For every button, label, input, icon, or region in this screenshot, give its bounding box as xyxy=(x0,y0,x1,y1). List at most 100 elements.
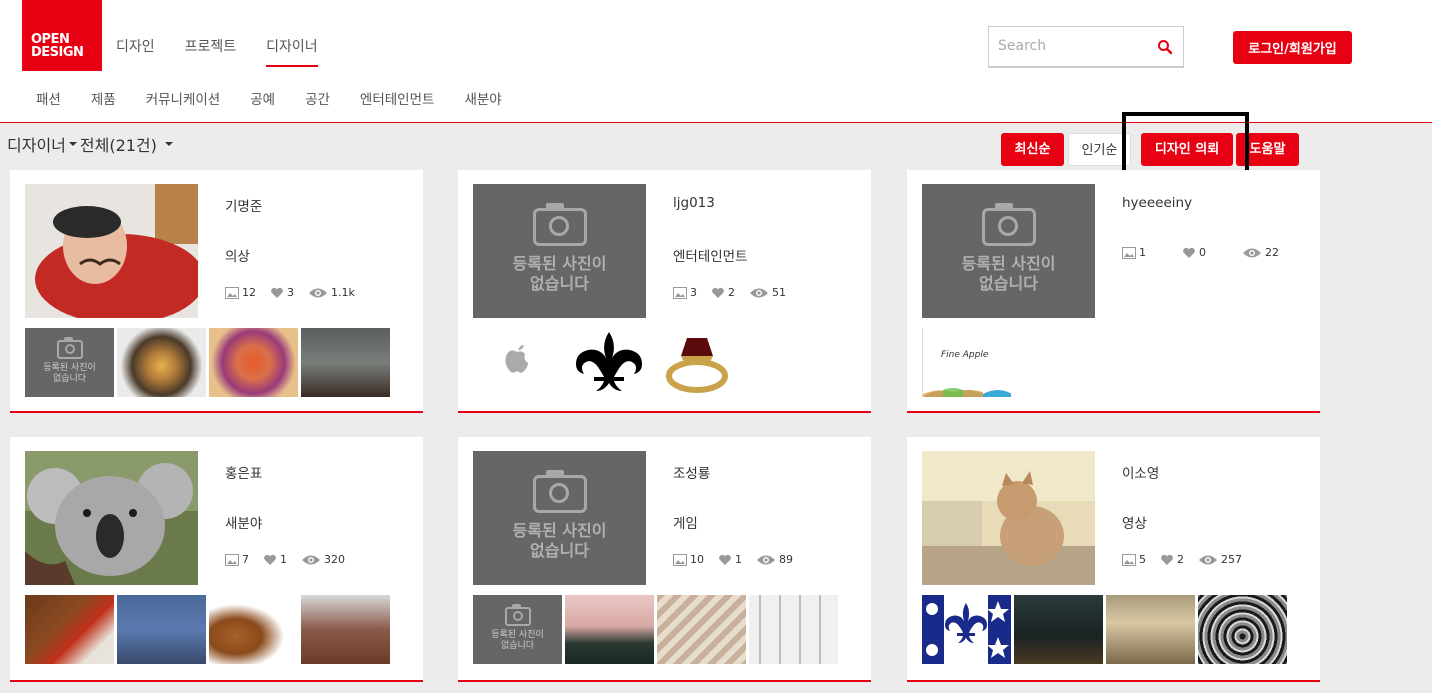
designer-name[interactable]: hyeeeeiny xyxy=(1122,195,1192,211)
category-product[interactable]: 제품 xyxy=(91,88,116,108)
designer-stats: 7 1 320 xyxy=(225,553,359,566)
request-design-button[interactable]: 디자인 의뢰 xyxy=(1141,133,1233,166)
apple-icon xyxy=(505,345,528,373)
help-button[interactable]: 도움말 xyxy=(1236,133,1299,166)
crumb-filter[interactable]: 전체(21건) xyxy=(80,132,157,156)
thumbnail-leather-shoes[interactable] xyxy=(209,595,298,664)
no-image-thumbnail[interactable]: 등록된 사진이 없습니다 xyxy=(25,328,114,397)
designer-name[interactable]: 홍은표 xyxy=(225,462,262,482)
designer-card[interactable]: 홍은표 새분야 7 1 320 xyxy=(10,437,423,682)
designer-card[interactable]: 기명준 의상 12 3 1.1k 등록된 사진이 없습니다 xyxy=(10,170,423,413)
designer-card[interactable]: 이소영 영상 5 2 257 xyxy=(907,437,1320,682)
designer-stats: 10 1 89 xyxy=(673,553,807,566)
view-count: 89 xyxy=(756,553,793,566)
fleur-pattern-graphic xyxy=(926,595,1009,664)
no-image-text-line1: 등록된 사진이 xyxy=(961,254,1056,273)
designer-name[interactable]: 기명준 xyxy=(225,195,262,215)
heart-icon xyxy=(271,287,283,298)
thumbnail-sketches[interactable] xyxy=(657,595,746,664)
thumbnail-ring[interactable] xyxy=(657,328,746,397)
like-count: 1 xyxy=(263,553,287,566)
designer-category: 영상 xyxy=(1122,516,1147,532)
thumbnail-spiral-staircase[interactable] xyxy=(1198,595,1287,664)
thumbnail-fleur-pattern[interactable] xyxy=(922,595,1011,664)
designer-thumbnails: 등록된 사진이 없습니다 xyxy=(25,328,393,397)
thumbnail-fleur-de-lis[interactable] xyxy=(565,328,654,397)
no-image-avatar[interactable]: 등록된 사진이 없습니다 xyxy=(473,451,646,585)
caret-down-icon[interactable] xyxy=(164,142,173,146)
no-image-text-line1: 등록된 사진이 xyxy=(491,630,544,640)
thumbnail-bedroom[interactable] xyxy=(1106,595,1195,664)
view-count-value: 51 xyxy=(772,286,786,299)
main-nav: 디자인 프로젝트 디자이너 xyxy=(116,36,348,67)
open-design-logo[interactable]: OPEN DESIGN xyxy=(22,0,102,71)
no-image-text-line2: 없습니다 xyxy=(500,641,535,651)
image-count-value: 7 xyxy=(242,553,249,566)
like-count-value: 1 xyxy=(280,553,287,566)
search-input[interactable] xyxy=(989,27,1149,65)
thumbnail-interior[interactable] xyxy=(301,328,390,397)
caret-down-icon[interactable] xyxy=(68,142,77,146)
thumbnail-vegetables[interactable] xyxy=(25,595,114,664)
thumbnail-food[interactable] xyxy=(117,328,206,397)
crumb-section[interactable]: 디자이너 xyxy=(7,132,66,156)
thumbnail-lion[interactable] xyxy=(209,328,298,397)
thumbnail-plans[interactable] xyxy=(749,595,838,664)
no-image-text-line2: 없습니다 xyxy=(530,274,589,293)
designer-card[interactable]: 등록된 사진이 없습니다 hyeeeeiny 1 0 22 Fine Apple xyxy=(907,170,1320,413)
camera-icon xyxy=(504,604,531,626)
thumbnail-apple[interactable] xyxy=(473,328,562,397)
eye-icon xyxy=(302,555,320,564)
eye-icon xyxy=(750,288,768,297)
designer-avatar[interactable] xyxy=(922,451,1095,585)
view-count-value: 89 xyxy=(779,553,793,566)
view-count: 22 xyxy=(1242,246,1279,259)
designer-stats: 1 0 22 xyxy=(1122,246,1293,259)
designer-name[interactable]: 조성룡 xyxy=(673,462,710,482)
like-count: 0 xyxy=(1182,246,1206,259)
colorful-waves-graphic xyxy=(923,388,1011,397)
designer-thumbnails xyxy=(473,328,749,397)
designer-card[interactable]: 등록된 사진이 없습니다 ljg013 엔터테인먼트 3 2 51 xyxy=(458,170,871,413)
nav-designer[interactable]: 디자이너 xyxy=(266,36,318,67)
category-space[interactable]: 공간 xyxy=(305,88,330,108)
category-craft[interactable]: 공예 xyxy=(250,88,275,108)
designer-name[interactable]: ljg013 xyxy=(673,195,715,211)
avatar-photo-koala xyxy=(25,451,198,585)
view-count: 51 xyxy=(749,286,786,299)
thumbnail-jeans-shoes[interactable] xyxy=(117,595,206,664)
image-icon xyxy=(673,553,687,566)
category-new-field[interactable]: 새분야 xyxy=(464,88,501,108)
view-count-value: 22 xyxy=(1265,246,1279,259)
thumbnail-fine-apple[interactable]: Fine Apple xyxy=(922,328,1011,397)
thumbnail-dark-interior[interactable] xyxy=(1014,595,1103,664)
eye-icon xyxy=(1199,555,1217,564)
no-image-avatar[interactable]: 등록된 사진이 없습니다 xyxy=(922,184,1095,318)
search-icon[interactable] xyxy=(1157,39,1173,55)
designer-stats: 12 3 1.1k xyxy=(225,286,369,299)
no-image-avatar[interactable]: 등록된 사진이 없습니다 xyxy=(473,184,646,318)
designer-avatar[interactable] xyxy=(25,184,198,318)
designer-avatar[interactable] xyxy=(25,451,198,585)
category-communication[interactable]: 커뮤니케이션 xyxy=(146,88,221,108)
like-count: 1 xyxy=(718,553,742,566)
no-image-thumbnail[interactable]: 등록된 사진이 없습니다 xyxy=(473,595,562,664)
like-count-value: 1 xyxy=(735,553,742,566)
designer-stats: 5 2 257 xyxy=(1122,553,1256,566)
category-entertainment[interactable]: 엔터테인먼트 xyxy=(360,88,435,108)
image-count-value: 5 xyxy=(1139,553,1146,566)
nav-design[interactable]: 디자인 xyxy=(116,36,155,67)
like-count-value: 0 xyxy=(1199,246,1206,259)
no-image-text-line1: 등록된 사진이 xyxy=(512,254,607,273)
sort-latest-button[interactable]: 최신순 xyxy=(1001,133,1064,166)
nav-project[interactable]: 프로젝트 xyxy=(185,36,237,67)
designer-thumbnails xyxy=(922,595,1290,664)
thumbnail-kitchen[interactable] xyxy=(565,595,654,664)
login-signup-button[interactable]: 로그인/회원가입 xyxy=(1233,31,1352,64)
view-count: 320 xyxy=(301,553,345,566)
category-fashion[interactable]: 패션 xyxy=(36,88,61,108)
thumbnail-boots[interactable] xyxy=(301,595,390,664)
sort-popular-button[interactable]: 인기순 xyxy=(1068,133,1131,166)
designer-card[interactable]: 등록된 사진이 없습니다 조성룡 게임 10 1 89 등록된 사진이 없습니다 xyxy=(458,437,871,682)
designer-name[interactable]: 이소영 xyxy=(1122,462,1159,482)
